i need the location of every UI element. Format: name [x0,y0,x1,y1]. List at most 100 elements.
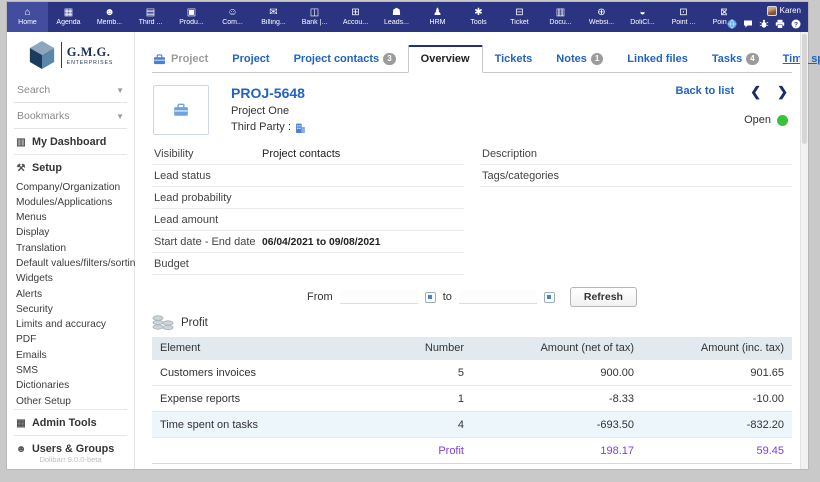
tab-project[interactable]: Project [220,47,281,72]
previous-record-arrow[interactable]: ❮ [750,86,761,97]
refresh-button[interactable]: Refresh [570,287,637,307]
nav-label: Home [18,19,37,27]
sidebar-item-limits-accuracy[interactable]: Limits and accuracy [7,318,134,333]
wrench-icon: ⚒ [15,163,27,174]
sidebar-item-dictionaries[interactable]: Dictionaries [7,379,134,394]
search-dropdown[interactable]: Search ▼ [14,77,127,103]
project-briefcase-icon [173,103,189,117]
nav-item-tools[interactable]: ✱Tools [458,2,499,32]
nav-item-agenda[interactable]: ▦Agenda [48,2,89,32]
sidebar-item-default-values[interactable]: Default values/filters/sorting [7,256,134,271]
scrollbar-thumb[interactable] [802,34,807,144]
dolibarr-version: Dolibarr 9.0.0-beta [7,455,134,464]
sidebar-section-my-dashboard[interactable]: ▥ My Dashboard [7,129,134,154]
nav-item-third-parties[interactable]: ▤Third ... [130,2,171,32]
date-from-input[interactable] [340,290,418,304]
nav-item-website[interactable]: ⊕Websi... [581,2,622,32]
field-label: Description [482,148,590,160]
nav-item-accounting[interactable]: ⊞Accou... [335,2,376,32]
company-logo[interactable]: G.M.G. ENTERPRISES [7,32,134,77]
row-element: Time spent on tasks [152,412,380,438]
back-to-list-link[interactable]: Back to list [676,85,735,97]
tab-overview[interactable]: Overview [408,45,483,73]
table-row-customers-invoices: Customers invoices 5 900.00 901.65 [152,360,792,386]
nav-label: Accou... [343,19,368,27]
table-row-profit-total: Profit 198.17 59.45 [152,438,792,464]
sidebar-item-modules-applications[interactable]: Modules/Applications [7,195,134,210]
nav-label: Memb... [97,19,122,27]
field-start-end-date: Start date - End date06/04/2021 to 09/08… [152,231,464,253]
project-briefcase-icon [153,54,166,65]
sidebar-item-widgets[interactable]: Widgets [7,272,134,287]
chat-bubble-icon[interactable] [743,19,753,29]
dashboard-chart-icon: ▥ [15,137,27,148]
nav-item-billing[interactable]: ✉Billing... [253,2,294,32]
sidebar-section-label: Users & Groups [32,443,114,455]
nav-item-documents[interactable]: ▥Docu... [540,2,581,32]
help-icon[interactable]: ? [791,19,801,29]
calendar-icon[interactable] [425,292,436,303]
column-amount-net: Amount (net of tax) [472,337,642,360]
sidebar-item-emails[interactable]: Emails [7,348,134,363]
print-icon[interactable] [775,19,785,29]
row-element: Expense reports [152,386,380,412]
sidebar-item-menus[interactable]: Menus [7,211,134,226]
tab-tickets[interactable]: Tickets [483,47,545,72]
tab-tasks[interactable]: Tasks4 [700,47,771,72]
module-billing-icon: ✉ [269,8,277,18]
company-name: G.M.G. [67,45,114,60]
nav-item-members[interactable]: ☻Memb... [89,2,130,32]
field-tags-categories: Tags/categories [480,165,792,187]
tab-notes[interactable]: Notes1 [544,47,615,72]
sidebar-item-translation[interactable]: Translation [7,241,134,256]
sidebar-section-setup[interactable]: ⚒ Setup [7,155,134,180]
sidebar-item-company-organization[interactable]: Company/Organization [7,180,134,195]
sidebar-item-pdf[interactable]: PDF [7,333,134,348]
nav-item-leads[interactable]: ☗Leads... [376,2,417,32]
sidebar-item-security[interactable]: Security [7,302,134,317]
field-description: Description [480,143,792,165]
nav-item-dolicl[interactable]: ◒DoliCl... [622,2,663,32]
column-amount-inc: Amount (inc. tax) [642,337,792,360]
nav-item-ticket[interactable]: ⊟Ticket [499,2,540,32]
tab-project-contacts[interactable]: Project contacts3 [282,47,408,72]
field-label: Start date - End date [154,236,262,248]
sidebar-item-display[interactable]: Display [7,226,134,241]
column-number: Number [380,337,472,360]
tab-time-spent[interactable]: Time spent [771,47,820,72]
sidebar-item-other-setup[interactable]: Other Setup [7,394,134,409]
virtual-card-globe-icon[interactable] [727,19,737,29]
nav-item-home[interactable]: ⌂Home [7,2,48,32]
field-label: Tags/categories [482,170,590,182]
calendar-icon[interactable] [544,292,555,303]
field-budget: Budget [152,253,464,275]
sidebar-item-alerts[interactable]: Alerts [7,287,134,302]
thirdparty-building-icon[interactable] [295,122,306,133]
logo-divider [61,42,62,68]
row-element-empty [152,438,380,464]
sidebar-item-sms[interactable]: SMS [7,363,134,378]
nav-label: Docu... [549,19,571,27]
vertical-scrollbar[interactable] [800,32,808,469]
row-amount-inc: -10.00 [642,386,792,412]
nav-item-commercial[interactable]: ☺Com... [212,2,253,32]
nav-item-bank[interactable]: ◫Bank |... [294,2,335,32]
nav-item-products[interactable]: ▣Produ... [171,2,212,32]
bug-report-icon[interactable] [759,19,769,29]
profit-table: Element Number Amount (net of tax) Amoun… [152,337,792,464]
field-label: Budget [154,258,262,270]
module-agenda-icon: ▦ [64,8,73,18]
nav-item-point-of-sale-2[interactable]: ⊠Point ... [704,2,727,32]
bookmarks-dropdown[interactable]: Bookmarks ▼ [14,103,127,129]
tab-linked-files[interactable]: Linked files [615,47,700,72]
nav-label: Point ... [672,19,696,27]
nav-item-hrm[interactable]: ♟HRM [417,2,458,32]
top-menu-items: ⌂Home ▦Agenda ☻Memb... ▤Third ... ▣Produ… [7,2,727,32]
sidebar-section-admin-tools[interactable]: ▦ Admin Tools [7,410,134,435]
date-to-input[interactable] [459,290,537,304]
coins-stack-icon [152,315,174,330]
admin-tools-icon: ▦ [15,418,27,429]
next-record-arrow[interactable]: ❯ [777,86,788,97]
user-menu[interactable]: Karen [767,6,801,16]
nav-item-point-of-sale[interactable]: ⊡Point ... [663,2,704,32]
